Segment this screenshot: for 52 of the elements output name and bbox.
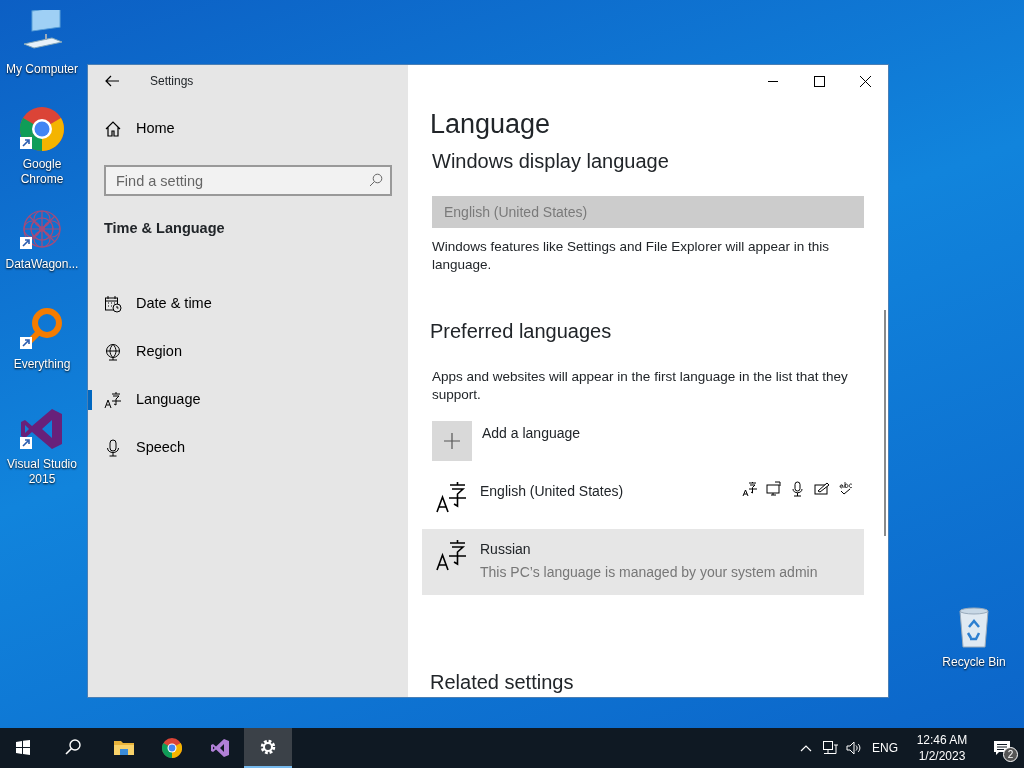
home-icon: [104, 120, 122, 138]
display-icon: [766, 481, 782, 497]
description-text: Windows features like Settings and File Explorer will appear in this language.: [432, 238, 830, 274]
visual-studio-icon: [210, 738, 230, 758]
language-icon: [742, 481, 758, 497]
language-list-item[interactable]: English (United States): [422, 471, 864, 529]
language-icon: [436, 481, 466, 513]
chrome-icon: [162, 738, 182, 758]
plus-icon: [443, 432, 461, 450]
notifications-button[interactable]: 2: [980, 728, 1024, 768]
language-icon: [436, 539, 466, 571]
search-field[interactable]: Find a setting: [104, 165, 392, 196]
taskbar-button[interactable]: [244, 728, 292, 768]
spell-check-icon: [838, 481, 854, 497]
nav-item[interactable]: Language: [88, 375, 408, 424]
desktop-icon-label: Recycle Bin: [942, 655, 1006, 670]
caret-icon: [800, 744, 812, 752]
search-icon: [369, 173, 383, 187]
window-title: Settings: [150, 73, 194, 90]
language-list-item[interactable]: Russian This PC’s language is managed by your system admin: [422, 529, 864, 595]
language-icon: [104, 390, 122, 409]
microphone-icon: [790, 481, 806, 497]
scrollbar[interactable]: [884, 310, 886, 536]
gear-icon: [258, 737, 278, 757]
page-heading: Language: [430, 108, 552, 141]
desktop-icon-label: Visual Studio 2015: [6, 457, 78, 487]
desktop-icon-label: My Computer: [6, 62, 78, 77]
input-language-button[interactable]: ENG: [866, 728, 904, 768]
microphone-icon: [104, 438, 122, 457]
pen-icon: [814, 481, 830, 497]
desktop-icon-label: DataWagon...: [5, 257, 79, 272]
close-icon: [859, 75, 871, 87]
desktop-icon-label: Google Chrome: [19, 157, 65, 187]
clock-button[interactable]: 12:46 AM 1/2/2023: [904, 728, 980, 768]
home-link[interactable]: Home: [136, 118, 175, 140]
notification-count: 2: [1003, 747, 1018, 762]
app-icon[interactable]: [18, 105, 66, 153]
nav-item[interactable]: Date & time: [88, 279, 408, 328]
desktop-icon-label: Everything: [13, 357, 71, 372]
nav-item[interactable]: Region: [88, 327, 408, 376]
folder-icon: [114, 738, 134, 758]
section-heading: Time & Language: [104, 219, 226, 238]
globe-icon: [104, 342, 122, 361]
section-heading: Preferred languages: [430, 319, 613, 344]
section-heading: Windows display language: [432, 149, 670, 175]
back-button[interactable]: [104, 73, 120, 89]
section-heading: Related settings: [430, 670, 575, 695]
nav-item[interactable]: Speech: [88, 423, 408, 472]
description-text: Apps and websites will appear in the first language in the list that they support.: [432, 368, 849, 404]
add-language-label[interactable]: Add a language: [482, 423, 581, 461]
calendar-icon: [104, 294, 122, 313]
maximize-icon: [813, 75, 825, 87]
